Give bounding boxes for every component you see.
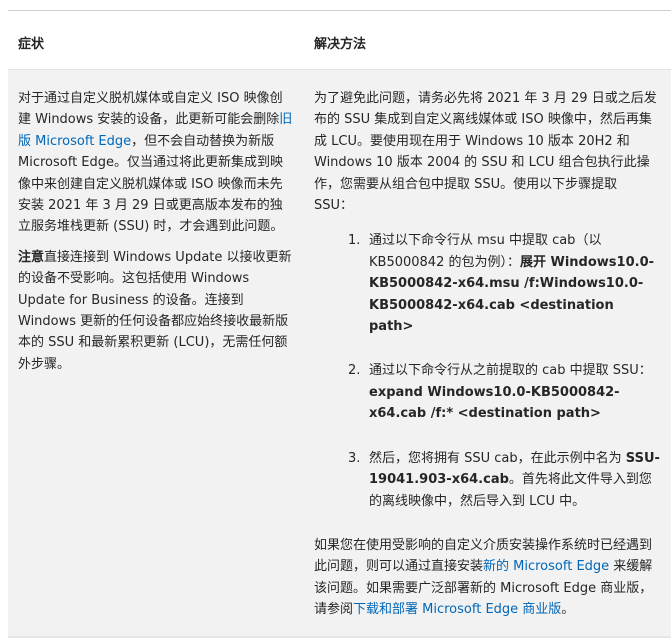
step-number: 3. (348, 450, 361, 466)
step-number: 1. (348, 233, 361, 249)
known-issue-table: 症状 解决方法 对于通过自定义脱机媒体或自定义 ISO 映像创建 Windows… (0, 0, 671, 638)
step-text: 然后，您将拥有 SSU cab，在此示例中名为 (369, 450, 626, 466)
workaround-cell: 为了避免此问题，请务必先将 2021 年 3 月 29 日或之后发布的 SSU … (314, 88, 660, 621)
closing-paragraph: 如果您在使用受影响的自定义介质安装操作系统时已经遇到此问题，则可以通过直接安装新… (314, 535, 660, 621)
step-item: 1. 通过以下命令行从 msu 中提取 cab（以 KB5000842 的包为例… (314, 230, 660, 337)
workaround-header: 解决方法 (314, 37, 367, 52)
note-paragraph: 注意直接连接到 Windows Update 以接收更新的设备不受影响。这包括使… (18, 247, 295, 375)
table-header-row: 症状 解决方法 (0, 11, 671, 69)
step-item: 3. 然后，您将拥有 SSU cab，在此示例中名为 SSU-19041.903… (314, 448, 660, 512)
step-item: 2. 通过以下命令行从之前提取的 cab 中提取 SSU： expand Wind… (314, 360, 660, 424)
note-text: 直接连接到 Windows Update 以接收更新的设备不受影响。这包括使用 … (18, 249, 292, 372)
steps-list: 1. 通过以下命令行从 msu 中提取 cab（以 KB5000842 的包为例… (314, 230, 660, 511)
note-label: 注意 (18, 249, 45, 265)
workaround-intro: 为了避免此问题，请务必先将 2021 年 3 月 29 日或之后发布的 SSU … (314, 91, 657, 214)
step-text: 通过以下命令行从之前提取的 cab 中提取 SSU： (369, 363, 652, 379)
closing-text-3: 。 (561, 602, 575, 618)
step-command: expand Windows10.0-KB5000842-x64.cab /f:… (369, 384, 620, 422)
symptom-cell: 对于通过自定义脱机媒体或自定义 ISO 映像创建 Windows 安装的设备，此… (18, 88, 295, 375)
deploy-edge-business-link[interactable]: 下载和部署 Microsoft Edge 商业版 (353, 602, 561, 617)
step-number: 2. (348, 363, 361, 379)
symptom-text-before-link: 对于通过自定义脱机媒体或自定义 ISO 映像创建 Windows 安装的设备，此… (18, 91, 283, 128)
symptom-header: 症状 (18, 37, 45, 52)
new-edge-link[interactable]: 新的 Microsoft Edge (483, 559, 609, 574)
symptom-paragraph: 对于通过自定义脱机媒体或自定义 ISO 映像创建 Windows 安装的设备，此… (18, 88, 295, 238)
